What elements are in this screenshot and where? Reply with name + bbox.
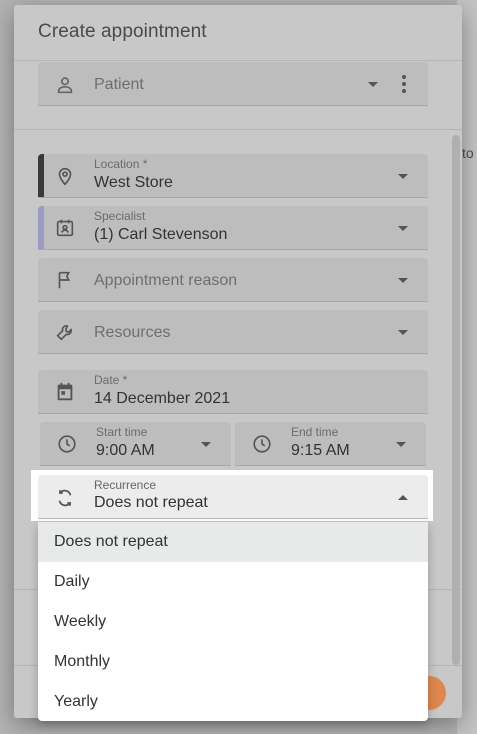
chevron-down-icon[interactable] (396, 442, 406, 447)
background-text-fragment: to (462, 145, 474, 161)
specialist-accent (38, 206, 44, 249)
location-label: Location * (94, 157, 148, 171)
specialist-value: (1) Carl Stevenson (94, 226, 228, 243)
date-value: 14 December 2021 (94, 390, 231, 407)
patient-placeholder: Patient (94, 76, 144, 93)
end-time-label: End time (291, 425, 339, 439)
repeat-icon (52, 485, 78, 511)
person-icon (52, 72, 78, 98)
chevron-down-icon[interactable] (201, 442, 211, 447)
chevron-down-icon[interactable] (398, 330, 408, 335)
chevron-down-icon[interactable] (398, 226, 408, 231)
chevron-down-icon[interactable] (368, 82, 378, 87)
specialist-field[interactable]: Specialist (1) Carl Stevenson (38, 206, 428, 250)
recurrence-option-does-not-repeat[interactable]: Does not repeat (38, 522, 428, 562)
clock-icon (54, 431, 80, 457)
clock-icon (249, 431, 275, 457)
chevron-down-icon[interactable] (398, 174, 408, 179)
date-label: Date * (94, 373, 128, 387)
start-time-value: 9:00 AM (96, 442, 155, 459)
appointment-reason-placeholder: Appointment reason (94, 272, 238, 289)
chevron-up-icon[interactable] (398, 495, 408, 500)
scrollbar[interactable] (452, 135, 460, 665)
wrench-icon (52, 319, 78, 345)
recurrence-field[interactable]: Recurrence Does not repeat (38, 475, 428, 519)
recurrence-option-weekly[interactable]: Weekly (38, 602, 428, 642)
specialist-label: Specialist (94, 209, 146, 223)
section-divider (14, 129, 462, 130)
location-pin-icon (52, 163, 78, 189)
dialog-title: Create appointment (38, 21, 207, 42)
recurrence-label: Recurrence (94, 478, 157, 492)
recurrence-dropdown: Does not repeat Daily Weekly Monthly Yea… (38, 522, 428, 721)
recurrence-option-yearly[interactable]: Yearly (38, 682, 428, 722)
calendar-person-icon (52, 215, 78, 241)
location-field[interactable]: Location * West Store (38, 154, 428, 198)
recurrence-option-daily[interactable]: Daily (38, 562, 428, 602)
start-time-field[interactable]: Start time 9:00 AM (40, 422, 231, 466)
date-field[interactable]: Date * 14 December 2021 (38, 370, 428, 414)
calendar-icon (52, 379, 78, 405)
end-time-value: 9:15 AM (291, 442, 350, 459)
appointment-reason-field[interactable]: Appointment reason (38, 258, 428, 302)
patient-field[interactable]: Patient (38, 62, 428, 106)
location-value: West Store (94, 174, 173, 191)
chevron-down-icon[interactable] (398, 278, 408, 283)
recurrence-value: Does not repeat (94, 494, 208, 511)
resources-field[interactable]: Resources (38, 310, 428, 354)
resources-placeholder: Resources (94, 324, 171, 341)
more-vert-icon[interactable] (402, 75, 406, 93)
end-time-field[interactable]: End time 9:15 AM (235, 422, 426, 466)
flag-icon (52, 267, 78, 293)
start-time-label: Start time (96, 425, 148, 439)
recurrence-option-monthly[interactable]: Monthly (38, 642, 428, 682)
location-accent (38, 154, 44, 197)
title-divider (14, 60, 462, 61)
